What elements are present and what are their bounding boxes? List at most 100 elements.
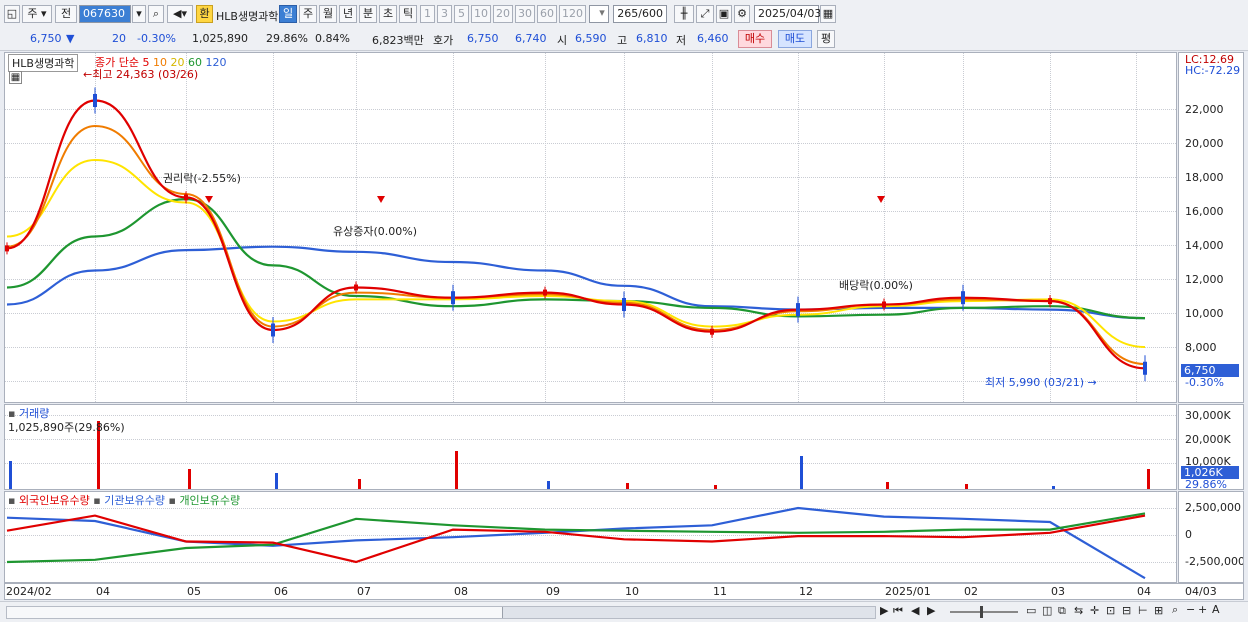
event-dividend-label: 배당락(0.00%) xyxy=(839,279,913,292)
zoom-in-icon[interactable]: + xyxy=(1198,603,1207,616)
volume-value: 1,025,890 xyxy=(192,32,248,45)
holder-panel[interactable]: ▪ 외국인보유수량 ▪ 기관보유수량 ▪ 개인보유수량 xyxy=(4,491,1177,583)
copy-icon[interactable]: ▭ xyxy=(1026,604,1036,617)
prev-button[interactable]: 전 xyxy=(55,5,77,23)
interval-60[interactable]: 60 xyxy=(537,5,557,23)
interval-120[interactable]: 120 xyxy=(559,5,586,23)
volume-bar xyxy=(358,479,361,489)
count-input[interactable]: 265/600 xyxy=(613,5,667,23)
overlap-icon[interactable]: ⧉ xyxy=(1058,604,1066,618)
tab-second[interactable]: 초 xyxy=(379,5,397,23)
period-select-label: 주 xyxy=(27,7,38,20)
candle-body xyxy=(5,245,9,252)
x-tick: 03 xyxy=(1051,585,1065,598)
x-tick: 07 xyxy=(357,585,371,598)
candle-icon[interactable]: ╫ xyxy=(674,5,694,23)
volume-bar xyxy=(886,482,889,489)
hold-y-tick: 2,500,000 xyxy=(1185,501,1241,514)
volume-panel[interactable]: ▪ 거래량 1,025,890주(29.86%) xyxy=(4,404,1177,490)
eval-button[interactable]: 평 xyxy=(817,30,835,48)
tab-minute[interactable]: 분 xyxy=(359,5,377,23)
interval-10[interactable]: 10 xyxy=(471,5,491,23)
down-arrow-icon: ▼ xyxy=(66,32,75,45)
tab-day[interactable]: 일 xyxy=(279,5,297,23)
layout-icon[interactable]: ◱ xyxy=(4,5,20,23)
candle-body xyxy=(882,301,886,308)
y-tick: 14,000 xyxy=(1185,239,1224,252)
tab-month[interactable]: 월 xyxy=(319,5,337,23)
stock-code-input[interactable]: 067630 xyxy=(79,5,131,23)
event-marker-dividend xyxy=(877,196,885,203)
interval-dropdown-icon[interactable]: ▾ xyxy=(595,5,609,23)
tab-year[interactable]: 년 xyxy=(339,5,357,23)
zoom-slider[interactable] xyxy=(950,606,1018,618)
low-note-text: 최저 5,990 (03/21) xyxy=(985,376,1085,389)
grid-toggle-icon[interactable]: ▦ xyxy=(9,71,22,84)
candle-body xyxy=(961,291,965,305)
volume-bar xyxy=(188,469,191,489)
split-icon[interactable]: ⊟ xyxy=(1122,604,1131,617)
horizontal-scrollbar[interactable] xyxy=(6,606,876,619)
x-axis: 2024/02 04 05 06 07 08 09 10 11 12 2025/… xyxy=(4,583,1244,600)
zoom-search-icon[interactable]: ⌕ xyxy=(1172,603,1178,617)
code-dropdown-icon[interactable]: ▾ xyxy=(132,5,146,23)
quote-bar: 6,750 ▼ 20 -0.30% 1,025,890 29.86% 0.84%… xyxy=(0,28,1248,51)
hold-y-tick: -2,500,000 xyxy=(1185,555,1244,568)
candle-body xyxy=(1048,298,1052,305)
fx-button[interactable]: 환 xyxy=(196,5,213,23)
interval-1[interactable]: 1 xyxy=(420,5,435,23)
ma-line-5 xyxy=(6,99,1146,370)
font-size-icon[interactable]: A xyxy=(1212,603,1220,616)
volume-bar xyxy=(800,456,803,489)
y-tick: 10,000 xyxy=(1185,307,1224,320)
calendar-icon[interactable]: ▦ xyxy=(820,5,836,23)
current-price: 6,750 xyxy=(30,32,62,45)
stock-name-tag: HLB생명과학 xyxy=(8,54,79,72)
first-page-icon[interactable]: ⏮ xyxy=(893,604,903,618)
scroll-thumb[interactable] xyxy=(502,607,875,618)
last-change-tag: -0.30% xyxy=(1185,376,1224,389)
period-select[interactable]: 주 ▾ xyxy=(22,5,52,23)
ruler-icon[interactable]: ⊢ xyxy=(1138,604,1148,617)
price-chart-panel[interactable]: HLB생명과학 종가 단순 5 10 20 60 120 ▦ ←최고 24,36… xyxy=(4,52,1177,403)
search-icon[interactable]: ⌕ xyxy=(148,5,164,23)
window-icon[interactable]: ◫ xyxy=(1042,604,1052,617)
event-capital-label: 유상증자(0.00%) xyxy=(333,225,418,238)
interval-5[interactable]: 5 xyxy=(454,5,469,23)
hold-y-tick: 0 xyxy=(1185,528,1192,541)
buy-button[interactable]: 매수 xyxy=(738,30,772,48)
scroll-right-icon[interactable]: ▶ xyxy=(880,604,888,617)
turnover-pct: 29.86% xyxy=(266,32,308,45)
sell-button[interactable]: 매도 xyxy=(778,30,812,48)
line-tool-icon[interactable]: ⤢ xyxy=(696,5,714,23)
interval-3[interactable]: 3 xyxy=(437,5,452,23)
y-tick: 22,000 xyxy=(1185,103,1224,116)
price-chart-svg xyxy=(5,87,1147,382)
zoom-handle[interactable] xyxy=(980,606,983,618)
candle-body xyxy=(796,303,800,317)
next-page-icon[interactable]: ▶ xyxy=(927,604,935,617)
interval-30[interactable]: 30 xyxy=(515,5,535,23)
volume-bar xyxy=(547,481,550,489)
tab-tick[interactable]: 틱 xyxy=(399,5,417,23)
bottom-bar: ▶ ⏮ ◀ ▶ ▭ ◫ ⧉ ⇆ ✛ ⊡ ⊟ ⊢ ⊞ ⌕ − + A xyxy=(0,601,1248,622)
volume-bar xyxy=(455,451,458,489)
ma-line-10 xyxy=(6,124,1146,365)
crosshair-icon[interactable]: ✛ xyxy=(1090,604,1099,617)
low-label: 저 xyxy=(676,34,687,47)
tab-week[interactable]: 주 xyxy=(299,5,317,23)
date-input[interactable]: 2025/04/03 xyxy=(754,5,821,23)
speaker-icon[interactable]: ◀▾ xyxy=(167,5,193,23)
gear-icon[interactable]: ⚙ xyxy=(734,5,750,23)
hoga-label: 호가 xyxy=(433,34,454,47)
fit-icon[interactable]: ⊡ xyxy=(1106,604,1115,617)
prev-page-icon[interactable]: ◀ xyxy=(911,604,919,617)
volume-bar xyxy=(626,483,629,489)
interval-20[interactable]: 20 xyxy=(493,5,513,23)
chart-icon[interactable]: ⊞ xyxy=(1154,604,1163,617)
arrows-icon[interactable]: ⇆ xyxy=(1074,604,1083,617)
x-tick: 04 xyxy=(96,585,110,598)
save-icon[interactable]: ▣ xyxy=(716,5,732,23)
zoom-out-icon[interactable]: − xyxy=(1186,603,1195,616)
legend-foreign: 외국인보유수량 xyxy=(18,494,90,507)
